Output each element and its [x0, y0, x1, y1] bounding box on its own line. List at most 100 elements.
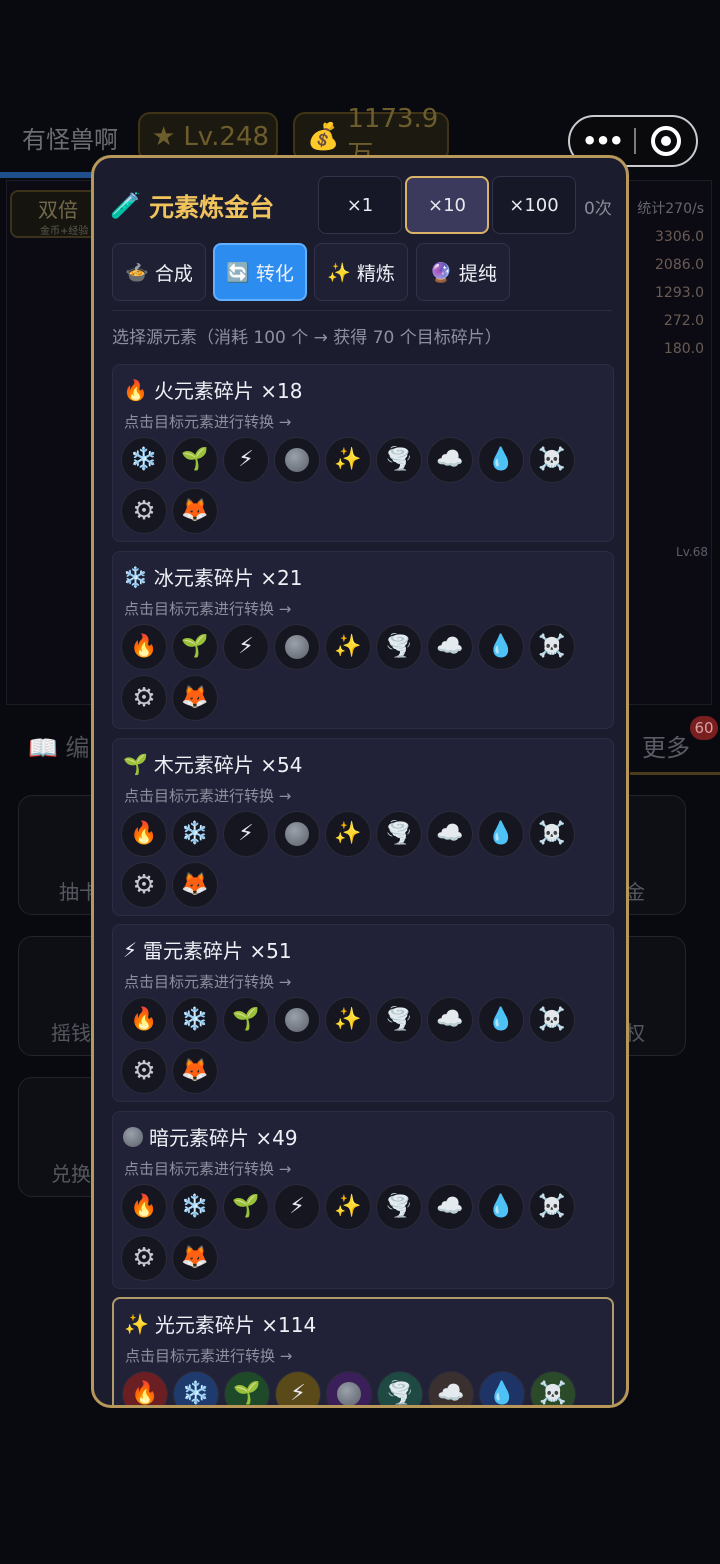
droplet-icon[interactable]: 💧	[478, 437, 524, 483]
fox-icon[interactable]: 🦊	[172, 675, 218, 721]
fox-icon[interactable]: 🦊	[172, 1048, 218, 1094]
sprout-icon[interactable]: 🌱	[172, 437, 218, 483]
cloud-icon[interactable]: ☁️	[428, 1371, 474, 1405]
droplet-icon[interactable]: 💧	[479, 1371, 525, 1405]
fire-icon[interactable]: 🔥	[121, 997, 167, 1043]
moon-icon	[123, 1126, 143, 1147]
moon-icon[interactable]	[274, 811, 320, 857]
multiplier-x100-button[interactable]: ×100	[492, 176, 576, 234]
tornado-icon[interactable]: 🌪️	[376, 1184, 422, 1230]
sparkles-icon[interactable]: ✨	[325, 1184, 371, 1230]
droplet-icon[interactable]: 💧	[478, 624, 524, 670]
multiplier-x1-button[interactable]: ×1	[318, 176, 402, 234]
double-reward-button[interactable]: 双倍 金币+经验	[10, 190, 98, 238]
sprout-icon[interactable]: 🌱	[223, 997, 269, 1043]
tornado-icon[interactable]: 🌪️	[377, 1371, 423, 1405]
tab-refine[interactable]: ✨ 精炼	[314, 243, 408, 301]
gear-icon[interactable]: ⚙	[121, 862, 167, 908]
source-fire-card[interactable]: 🔥 火元素碎片 ×18 点击目标元素进行转换 → ❄️ 🌱 ⚡ ✨ 🌪️ ☁️ 💧…	[112, 364, 614, 542]
source-light-card[interactable]: ✨ 光元素碎片 ×114 点击目标元素进行转换 → 🔥 ❄️ 🌱 ⚡ 🌪️ ☁️ …	[112, 1297, 614, 1405]
sprout-icon[interactable]: 🌱	[224, 1371, 270, 1405]
skull-crossbones-icon[interactable]: ☠️	[529, 997, 575, 1043]
fox-icon[interactable]: 🦊	[172, 862, 218, 908]
tab-label: 精炼	[356, 262, 395, 285]
source-thunder-card[interactable]: ⚡ 雷元素碎片 ×51 点击目标元素进行转换 → 🔥 ❄️ 🌱 ✨ 🌪️ ☁️ 💧…	[112, 924, 614, 1102]
skull-crossbones-icon[interactable]: ☠️	[530, 1371, 576, 1405]
moon-icon[interactable]	[274, 624, 320, 670]
fox-icon[interactable]: 🦊	[172, 488, 218, 534]
tornado-icon[interactable]: 🌪️	[376, 624, 422, 670]
gear-icon[interactable]: ⚙	[121, 675, 167, 721]
close-miniprogram-button[interactable]	[636, 126, 696, 156]
moon-icon[interactable]	[274, 437, 320, 483]
droplet-icon[interactable]: 💧	[478, 997, 524, 1043]
sparkles-icon[interactable]: ✨	[325, 997, 371, 1043]
skull-crossbones-icon[interactable]: ☠️	[529, 1184, 575, 1230]
stat-row: 1293.0	[655, 285, 704, 301]
target-icons: ❄️ 🌱 ⚡ ✨ 🌪️ ☁️ 💧 ☠️ ⚙ 🦊	[121, 437, 591, 534]
source-dark-card[interactable]: 暗元素碎片 ×49 点击目标元素进行转换 → 🔥 ❄️ 🌱 ⚡ ✨ 🌪️ ☁️ …	[112, 1111, 614, 1289]
gear-icon[interactable]: ⚙	[121, 1235, 167, 1281]
card-label: 摇钱	[51, 1021, 91, 1045]
droplet-icon[interactable]: 💧	[478, 811, 524, 857]
cloud-icon[interactable]: ☁️	[427, 1184, 473, 1230]
source-sub-hint: 点击目标元素进行转换 →	[124, 973, 292, 991]
tornado-icon[interactable]: 🌪️	[376, 437, 422, 483]
fire-icon[interactable]: 🔥	[122, 1371, 168, 1405]
fire-icon[interactable]: 🔥	[121, 624, 167, 670]
target-icons: 🔥 🌱 ⚡ ✨ 🌪️ ☁️ 💧 ☠️ ⚙ 🦊	[121, 624, 591, 721]
ice-icon[interactable]: ❄️	[172, 811, 218, 857]
source-sub-hint: 点击目标元素进行转换 →	[125, 1347, 293, 1365]
fox-icon[interactable]: 🦊	[172, 1235, 218, 1281]
ice-icon[interactable]: ❄️	[173, 1371, 219, 1405]
skull-crossbones-icon[interactable]: ☠️	[529, 437, 575, 483]
ice-icon[interactable]: ❄️	[172, 1184, 218, 1230]
lightning-icon[interactable]: ⚡	[274, 1184, 320, 1230]
cloud-icon[interactable]: ☁️	[427, 624, 473, 670]
moon-icon[interactable]	[274, 997, 320, 1043]
cloud-icon[interactable]: ☁️	[427, 997, 473, 1043]
tab-synthesize[interactable]: 🍲 合成	[112, 243, 206, 301]
tab-transform[interactable]: 🔄 转化	[213, 243, 307, 301]
fire-icon[interactable]: 🔥	[121, 811, 167, 857]
tornado-icon[interactable]: 🌪️	[376, 997, 422, 1043]
lightning-icon[interactable]: ⚡	[223, 624, 269, 670]
lightning-icon[interactable]: ⚡	[223, 437, 269, 483]
moon-icon[interactable]	[326, 1371, 372, 1405]
stat-row: 3306.0	[655, 229, 704, 245]
divider	[112, 310, 612, 311]
source-dark-name: 暗元素碎片 ×49	[123, 1122, 298, 1151]
droplet-icon[interactable]: 💧	[478, 1184, 524, 1230]
sparkles-icon[interactable]: ✨	[325, 624, 371, 670]
source-ice-card[interactable]: ❄️ 冰元素碎片 ×21 点击目标元素进行转换 → 🔥 🌱 ⚡ ✨ 🌪️ ☁️ 💧…	[112, 551, 614, 729]
lightning-icon: ⚡	[123, 937, 138, 962]
gear-icon[interactable]: ⚙	[121, 1048, 167, 1094]
fire-icon[interactable]: 🔥	[121, 1184, 167, 1230]
tab-purify[interactable]: 🔮 提纯	[416, 243, 510, 301]
ice-icon[interactable]: ❄️	[121, 437, 167, 483]
cloud-icon[interactable]: ☁️	[427, 811, 473, 857]
skull-crossbones-icon[interactable]: ☠️	[529, 624, 575, 670]
source-sub-hint: 点击目标元素进行转换 →	[124, 1160, 292, 1178]
multiplier-x10-button[interactable]: ×10	[405, 176, 489, 234]
lightning-icon[interactable]: ⚡	[223, 811, 269, 857]
source-wood-card[interactable]: 🌱 木元素碎片 ×54 点击目标元素进行转换 → 🔥 ❄️ ⚡ ✨ 🌪️ ☁️ 💧…	[112, 738, 614, 916]
stat-row: 180.0	[663, 341, 704, 357]
edit-button[interactable]: 📖 编	[28, 728, 90, 763]
sprout-icon[interactable]: 🌱	[172, 624, 218, 670]
sprout-icon[interactable]: 🌱	[223, 1184, 269, 1230]
source-wood-name: 🌱 木元素碎片 ×54	[123, 751, 303, 778]
tab-indicator	[630, 772, 720, 775]
cloud-icon[interactable]: ☁️	[427, 437, 473, 483]
bowl-icon: 🍲	[125, 261, 149, 284]
sparkles-icon[interactable]: ✨	[325, 437, 371, 483]
tornado-icon[interactable]: 🌪️	[376, 811, 422, 857]
skull-crossbones-icon[interactable]: ☠️	[529, 811, 575, 857]
more-menu-icon[interactable]: •••	[570, 127, 634, 155]
target-icon	[651, 126, 681, 156]
ice-icon[interactable]: ❄️	[172, 997, 218, 1043]
more-button[interactable]: 更多	[642, 728, 690, 763]
gear-icon[interactable]: ⚙	[121, 488, 167, 534]
lightning-icon[interactable]: ⚡	[275, 1371, 321, 1405]
sparkles-icon[interactable]: ✨	[325, 811, 371, 857]
